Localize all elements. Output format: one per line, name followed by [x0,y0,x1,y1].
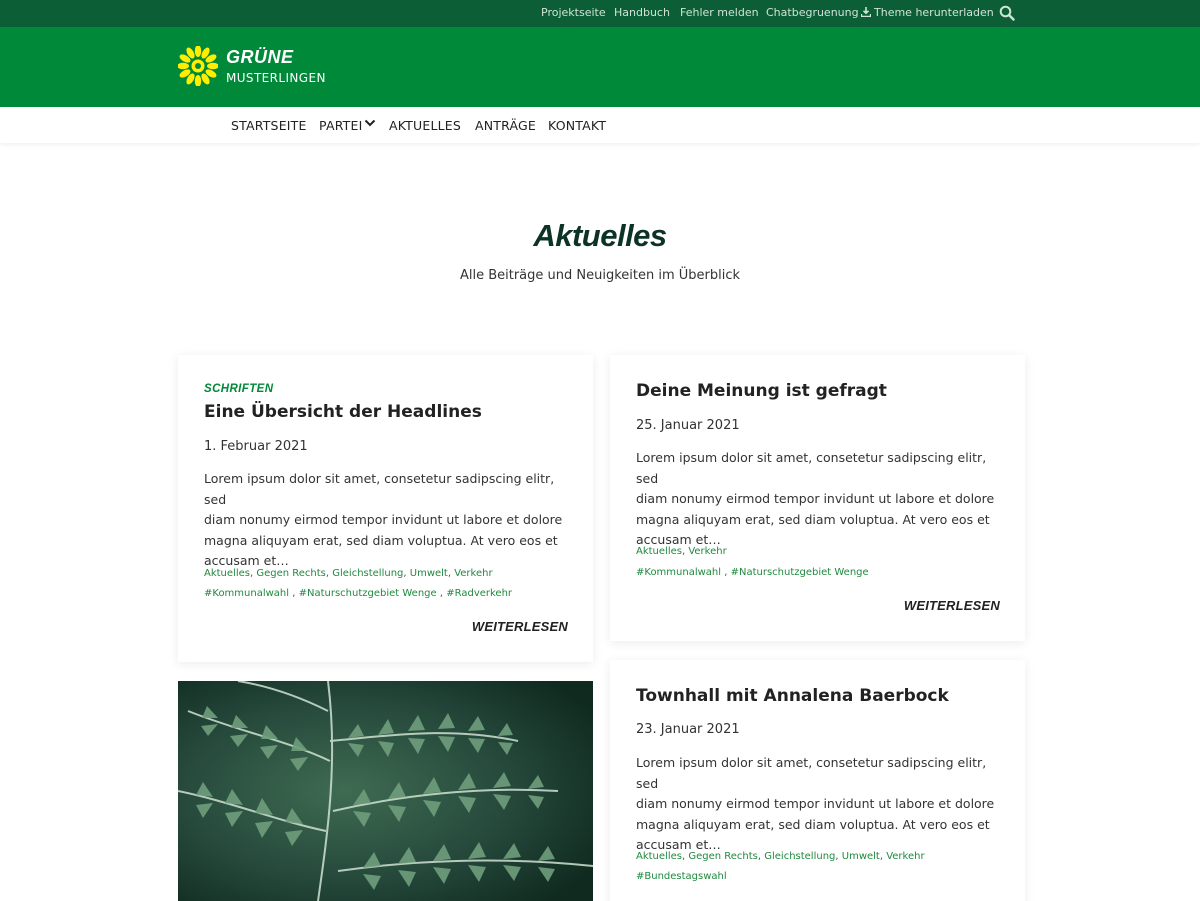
nav-aktuelles[interactable]: AKTUELLES [389,118,461,133]
post-title[interactable]: Deine Meinung ist gefragt [636,381,887,401]
post-excerpt: Lorem ipsum dolor sit amet, consetetur s… [204,469,564,572]
sunflower-logo-icon[interactable] [178,46,218,86]
utility-bar: Projektseite Handbuch Fehler melden Chat… [0,0,1200,27]
link-theme-download-label: Theme herunterladen [874,6,994,19]
post-tags: #Bundestagswahl [636,871,727,882]
read-more-link[interactable]: WEITERLESEN [904,598,1000,613]
read-more-link[interactable]: WEITERLESEN [472,619,568,634]
post-card: Deine Meinung ist gefragt 25. Januar 202… [610,355,1025,641]
category-link[interactable]: Gleichstellung [764,851,835,862]
post-date: 23. Januar 2021 [636,722,740,737]
tag-link[interactable]: #Radverkehr [446,588,512,599]
post-excerpt: Lorem ipsum dolor sit amet, consetetur s… [636,753,996,856]
post-categories: Aktuelles, Gegen Rechts, Gleichstellung,… [204,568,493,579]
chevron-down-icon[interactable] [364,118,376,128]
excerpt-line: diam nonumy eirmod tempor invidunt ut la… [204,512,563,527]
excerpt-line: diam nonumy eirmod tempor invidunt ut la… [636,491,995,506]
post-categories: Aktuelles, Verkehr [636,546,727,557]
tag-link[interactable]: #Naturschutzgebiet Wenge [731,567,869,578]
category-link[interactable]: Gegen Rechts [256,568,326,579]
page-title: Aktuelles [533,218,667,253]
post-category[interactable]: SCHRIFTEN [204,383,273,395]
brand-name[interactable]: GRÜNE [226,47,294,68]
excerpt-line: Lorem ipsum dolor sit amet, consetetur s… [636,450,987,486]
brand-subtitle[interactable]: MUSTERLINGEN [226,71,326,85]
fern-image [178,681,593,901]
tag-link[interactable]: #Kommunalwahl [636,567,721,578]
category-link[interactable]: Gleichstellung [332,568,403,579]
category-link[interactable]: Verkehr [886,851,924,862]
post-tags: #Kommunalwahl , #Naturschutzgebiet Wenge [636,567,869,578]
category-link[interactable]: Umwelt [842,851,880,862]
excerpt-line: magna aliquyam erat, sed diam voluptua. … [204,532,558,548]
excerpt-line: diam nonumy eirmod tempor invidunt ut la… [636,796,995,811]
link-fehler-melden[interactable]: Fehler melden [680,6,759,19]
post-excerpt: Lorem ipsum dolor sit amet, consetetur s… [636,448,996,551]
excerpt-line: Lorem ipsum dolor sit amet, consetetur s… [204,471,555,507]
category-link[interactable]: Verkehr [688,546,726,557]
tag-link[interactable]: #Bundestagswahl [636,871,727,882]
main-nav: STARTSEITE PARTEI AKTUELLES ANTRÄGE KONT… [0,107,1200,143]
post-image-fern[interactable] [178,681,593,901]
post-title[interactable]: Eine Übersicht der Headlines [204,402,482,422]
post-categories: Aktuelles, Gegen Rechts, Gleichstellung,… [636,851,925,862]
excerpt-line: Lorem ipsum dolor sit amet, consetetur s… [636,755,987,791]
tag-link[interactable]: #Naturschutzgebiet Wenge [299,588,437,599]
category-link[interactable]: Gegen Rechts [688,851,758,862]
post-card: SCHRIFTEN Eine Übersicht der Headlines 1… [178,355,593,662]
link-handbuch[interactable]: Handbuch [614,6,670,19]
excerpt-line: magna aliquyam erat, sed diam voluptua. … [636,816,990,832]
category-link[interactable]: Aktuelles [204,568,250,579]
excerpt-line: magna aliquyam erat, sed diam voluptua. … [636,511,990,527]
link-projektseite[interactable]: Projektseite [541,6,606,19]
site-header: GRÜNE MUSTERLINGEN [0,27,1200,107]
post-card: Townhall mit Annalena Baerbock 23. Janua… [610,660,1025,901]
category-link[interactable]: Aktuelles [636,546,682,557]
post-tags: #Kommunalwahl , #Naturschutzgebiet Wenge… [204,588,513,599]
tag-link[interactable]: #Kommunalwahl [204,588,289,599]
nav-kontakt[interactable]: KONTAKT [548,118,606,133]
nav-partei[interactable]: PARTEI [319,118,363,133]
search-icon[interactable] [999,5,1015,21]
post-title[interactable]: Townhall mit Annalena Baerbock [636,686,949,706]
category-link[interactable]: Verkehr [454,568,492,579]
nav-antraege[interactable]: ANTRÄGE [475,118,536,133]
nav-startseite[interactable]: STARTSEITE [231,118,307,133]
link-chatbegruenung[interactable]: Chatbegruenung [766,6,859,19]
download-icon [861,7,871,17]
page-subtitle: Alle Beiträge und Neuigkeiten im Überbli… [459,268,741,283]
category-link[interactable]: Aktuelles [636,851,682,862]
post-date: 1. Februar 2021 [204,439,308,454]
post-date: 25. Januar 2021 [636,418,740,433]
link-theme-download[interactable]: Theme herunterladen [861,6,994,19]
category-link[interactable]: Umwelt [410,568,448,579]
